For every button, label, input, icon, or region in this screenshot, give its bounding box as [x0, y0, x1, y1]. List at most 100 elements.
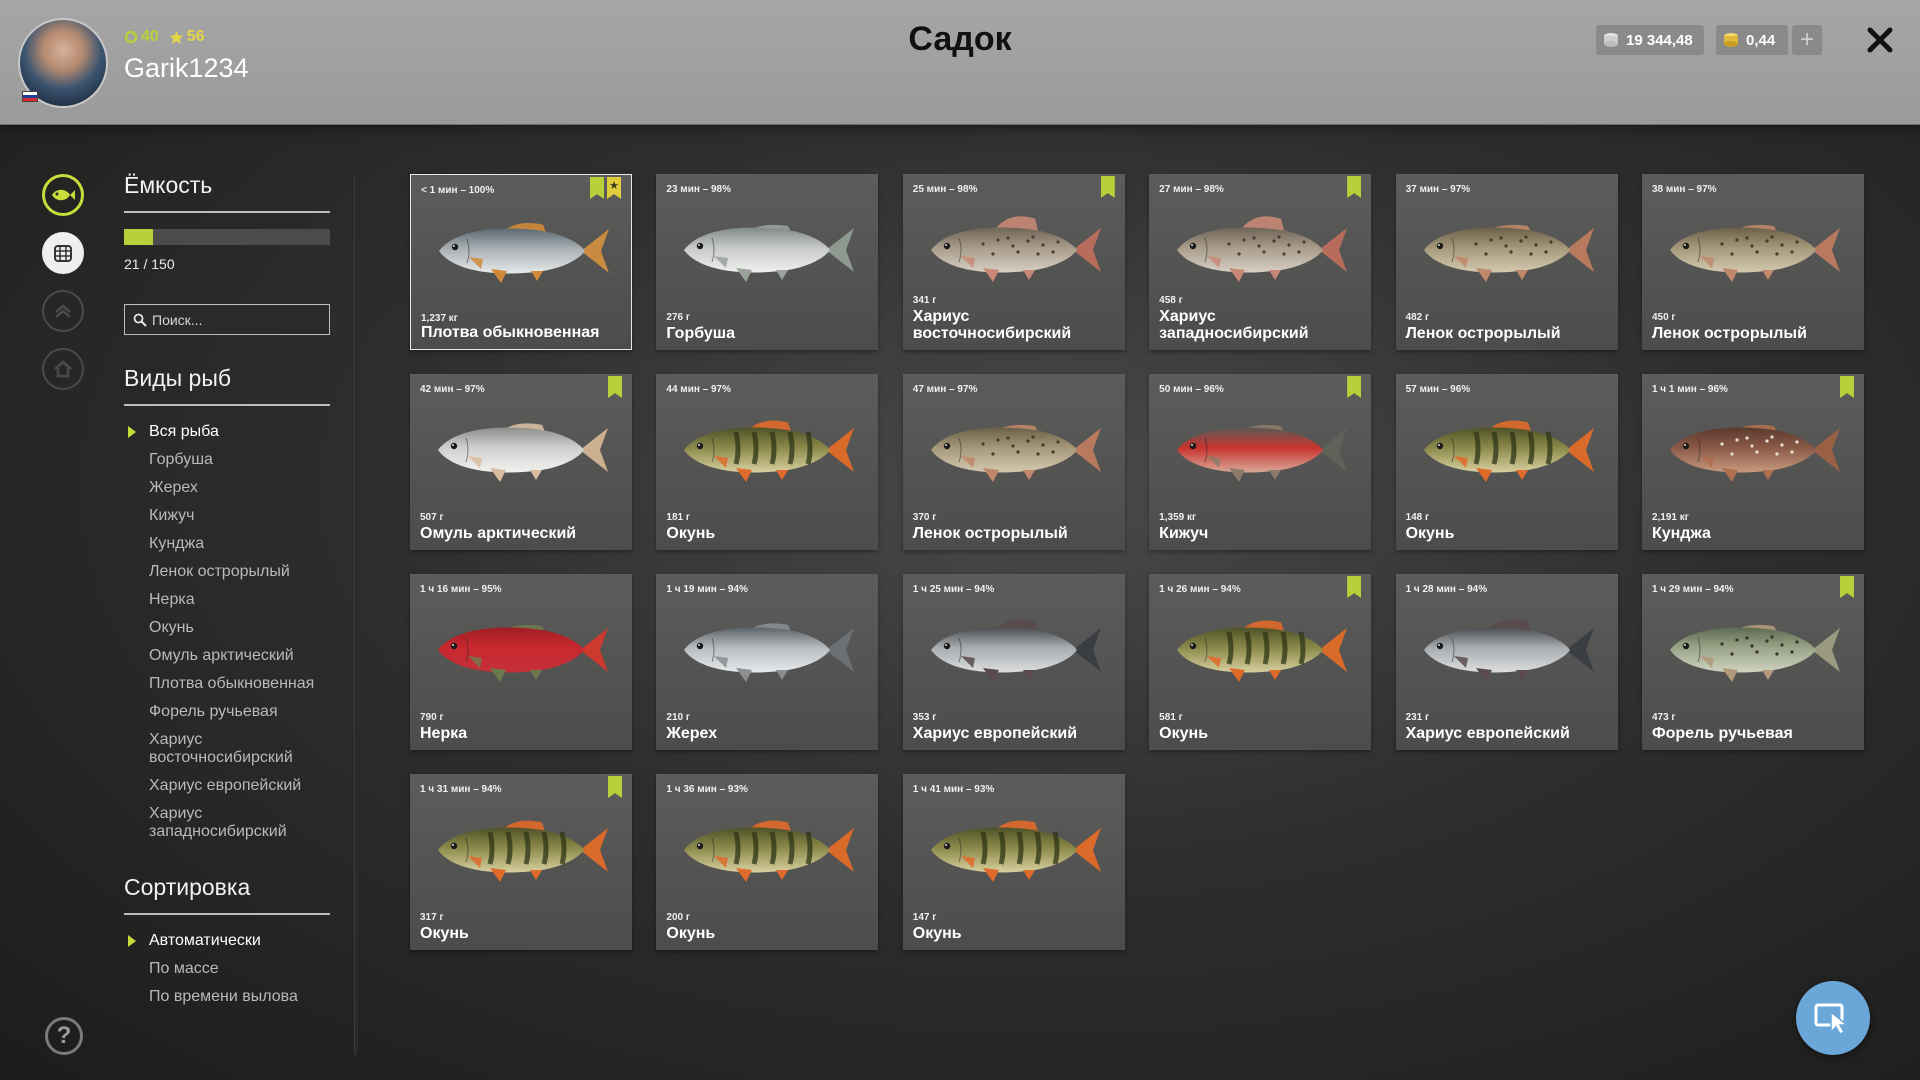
catch-time: 1 ч 29 мин – 94% [1651, 584, 1734, 595]
fish-card[interactable]: 44 мин – 97% 181 г Окунь [656, 374, 879, 550]
fish-image [930, 619, 1101, 682]
fish-card[interactable]: 57 мин – 96% 148 г Окунь [1395, 374, 1618, 550]
bookmark-icon[interactable] [1347, 376, 1362, 398]
catch-time: 27 мин – 98% [1159, 184, 1224, 195]
fish-weight: 507 г [420, 512, 444, 523]
close-button[interactable] [1862, 22, 1898, 58]
fish-image [1177, 424, 1348, 482]
species-filter-item[interactable]: Плотва обыкновенная [124, 675, 344, 693]
bookmark-icon[interactable] [1347, 576, 1362, 598]
fish-weight: 790 г [420, 712, 444, 723]
capacity-title: Ёмкость [124, 172, 213, 198]
fish-card[interactable]: 1 ч 16 мин – 95% 790 г Нерка [410, 574, 632, 750]
fish-card[interactable]: 1 ч 26 мин – 94% 581 г Окунь [1149, 574, 1372, 750]
bookmark-icon[interactable] [1839, 576, 1854, 598]
card-badges [1100, 176, 1115, 198]
bookmark-icon[interactable] [1347, 176, 1362, 198]
card-badges [608, 376, 622, 398]
fish-name: Ленок острорылый [912, 525, 1068, 542]
fish-image [1423, 619, 1594, 682]
species-filter-item[interactable]: Вся рыба [124, 423, 344, 441]
rank-tab-button[interactable] [42, 290, 84, 332]
fish-image [1423, 420, 1594, 482]
fish-card[interactable]: 50 мин – 96% 1,359 кг Кижуч [1149, 374, 1372, 550]
species-filter-item-label: Хариус восточносибирский [149, 731, 293, 766]
add-currency-button[interactable]: + [1792, 25, 1822, 55]
fish-card[interactable]: 27 мин – 98% 458 г Хариус западносибирски… [1149, 174, 1372, 350]
species-filter-item-label: Хариус европейский [149, 777, 302, 794]
fish-weight: 458 г [1159, 295, 1183, 306]
species-filter-item[interactable]: Жерех [124, 479, 344, 497]
fish-card[interactable]: 47 мин – 97% 370 г Ленок острорылый [902, 374, 1125, 550]
fish-image [684, 623, 855, 682]
fish-card[interactable]: 42 мин – 97% 507 г Омуль арктический [410, 374, 632, 550]
species-filter-item[interactable]: Хариус западносибирский [124, 805, 344, 841]
coin-gold-icon [1724, 33, 1738, 47]
fish-name: Кижуч [1159, 525, 1209, 542]
fish-card[interactable]: 38 мин – 97% 450 г Ленок острорылый [1641, 174, 1864, 350]
help-button[interactable]: ? [45, 1017, 83, 1055]
fish-icon [52, 189, 75, 201]
fish-tab-button[interactable] [42, 174, 84, 216]
species-filter-item[interactable]: Кижуч [124, 507, 344, 525]
fish-card[interactable]: 37 мин – 97% 482 г Ленок острорылый [1395, 174, 1618, 350]
fish-weight: 353 г [912, 712, 937, 723]
species-filter-item[interactable]: Нерка [124, 591, 344, 609]
search-box[interactable] [124, 304, 330, 335]
species-filter-item[interactable]: Хариус восточносибирский [124, 731, 344, 767]
fish-image [439, 223, 609, 283]
fish-card[interactable]: 25 мин – 98% 341 г Хариус восточносибирск… [902, 174, 1125, 350]
star-badge-icon[interactable]: ★ [607, 177, 621, 199]
fish-weight: 450 г [1651, 312, 1676, 323]
species-filter-item[interactable]: Омуль арктический [124, 647, 344, 665]
fish-card[interactable]: 1 ч 1 мин – 96% 2,191 кг Кунджа [1641, 374, 1864, 550]
search-input[interactable] [152, 311, 322, 328]
fish-card[interactable]: 1 ч 29 мин – 94% 473 г Форель ручьевая [1641, 574, 1864, 750]
fish-card[interactable]: < 1 мин – 100% 1,237 кг Плотва обыкновенн… [410, 174, 632, 350]
catch-time: 37 мин – 97% [1405, 184, 1471, 195]
species-filter-item[interactable]: Форель ручьевая [124, 703, 344, 721]
fish-card[interactable]: 1 ч 28 мин – 94% 231 г Хариус европейский [1395, 574, 1618, 750]
catch-time: 57 мин – 96% [1405, 384, 1471, 395]
species-filter-item[interactable]: Хариус европейский [124, 777, 344, 795]
fish-image [684, 224, 855, 282]
catch-time: 25 мин – 98% [912, 184, 978, 195]
species-filter-item[interactable]: Окунь [124, 619, 344, 637]
sort-option-item-label: Автоматически [149, 932, 261, 949]
home-icon [54, 360, 72, 378]
bookmark-icon[interactable] [1839, 376, 1854, 398]
fish-card[interactable]: 1 ч 25 мин – 94% 353 г Хариус европейский [902, 574, 1125, 750]
species-filter-item-label: Плотва обыкновенная [149, 675, 315, 692]
species-filter-item[interactable]: Кунджа [124, 535, 344, 553]
bookmark-icon[interactable] [608, 776, 622, 798]
cursor-mode-button[interactable] [1796, 981, 1870, 1055]
bookmark-icon[interactable] [608, 376, 622, 398]
section-divider [124, 913, 330, 915]
fish-weight: 370 г [912, 512, 937, 523]
sort-option-item[interactable]: По времени вылова [124, 988, 344, 1006]
fish-card[interactable]: 1 ч 41 мин – 93% 147 г Окунь [902, 774, 1125, 950]
silver-balance: 19 344,48 [1596, 25, 1704, 55]
species-filter-item[interactable]: Ленок острорылый [124, 563, 344, 581]
section-divider [124, 404, 330, 406]
fish-image [930, 424, 1101, 482]
sort-option-item[interactable]: Автоматически [124, 932, 344, 950]
fish-card[interactable]: 1 ч 19 мин – 94% 210 г Жерех [656, 574, 879, 750]
card-badges [1839, 576, 1854, 598]
top-bar: 40 56 Garik1234 Садок 19 344,48 0,44 + [0, 0, 1920, 125]
species-filter-item-label: Вся рыба [149, 423, 219, 440]
species-filter-item[interactable]: Горбуша [124, 451, 344, 469]
home-tab-button[interactable] [42, 348, 84, 390]
fish-card[interactable]: 1 ч 36 мин – 93% 200 г Окунь [656, 774, 879, 950]
bookmark-icon[interactable] [590, 177, 604, 199]
sort-option-item[interactable]: По массе [124, 960, 344, 978]
bookmark-icon[interactable] [1100, 176, 1115, 198]
sort-title: Сортировка [124, 874, 251, 900]
keepnet-tab-button[interactable] [42, 232, 84, 274]
catch-time: 1 ч 19 мин – 94% [666, 584, 748, 595]
fish-card[interactable]: 23 мин – 98% 276 г Горбуша [656, 174, 879, 350]
fish-image [438, 423, 608, 482]
species-filter-list: Вся рыба Горбуша Жерех Кижуч Кунджа Ленок ост… [124, 423, 344, 851]
sidebar-divider [354, 175, 358, 1055]
fish-card[interactable]: 1 ч 31 мин – 94% 317 г Окунь [410, 774, 632, 950]
